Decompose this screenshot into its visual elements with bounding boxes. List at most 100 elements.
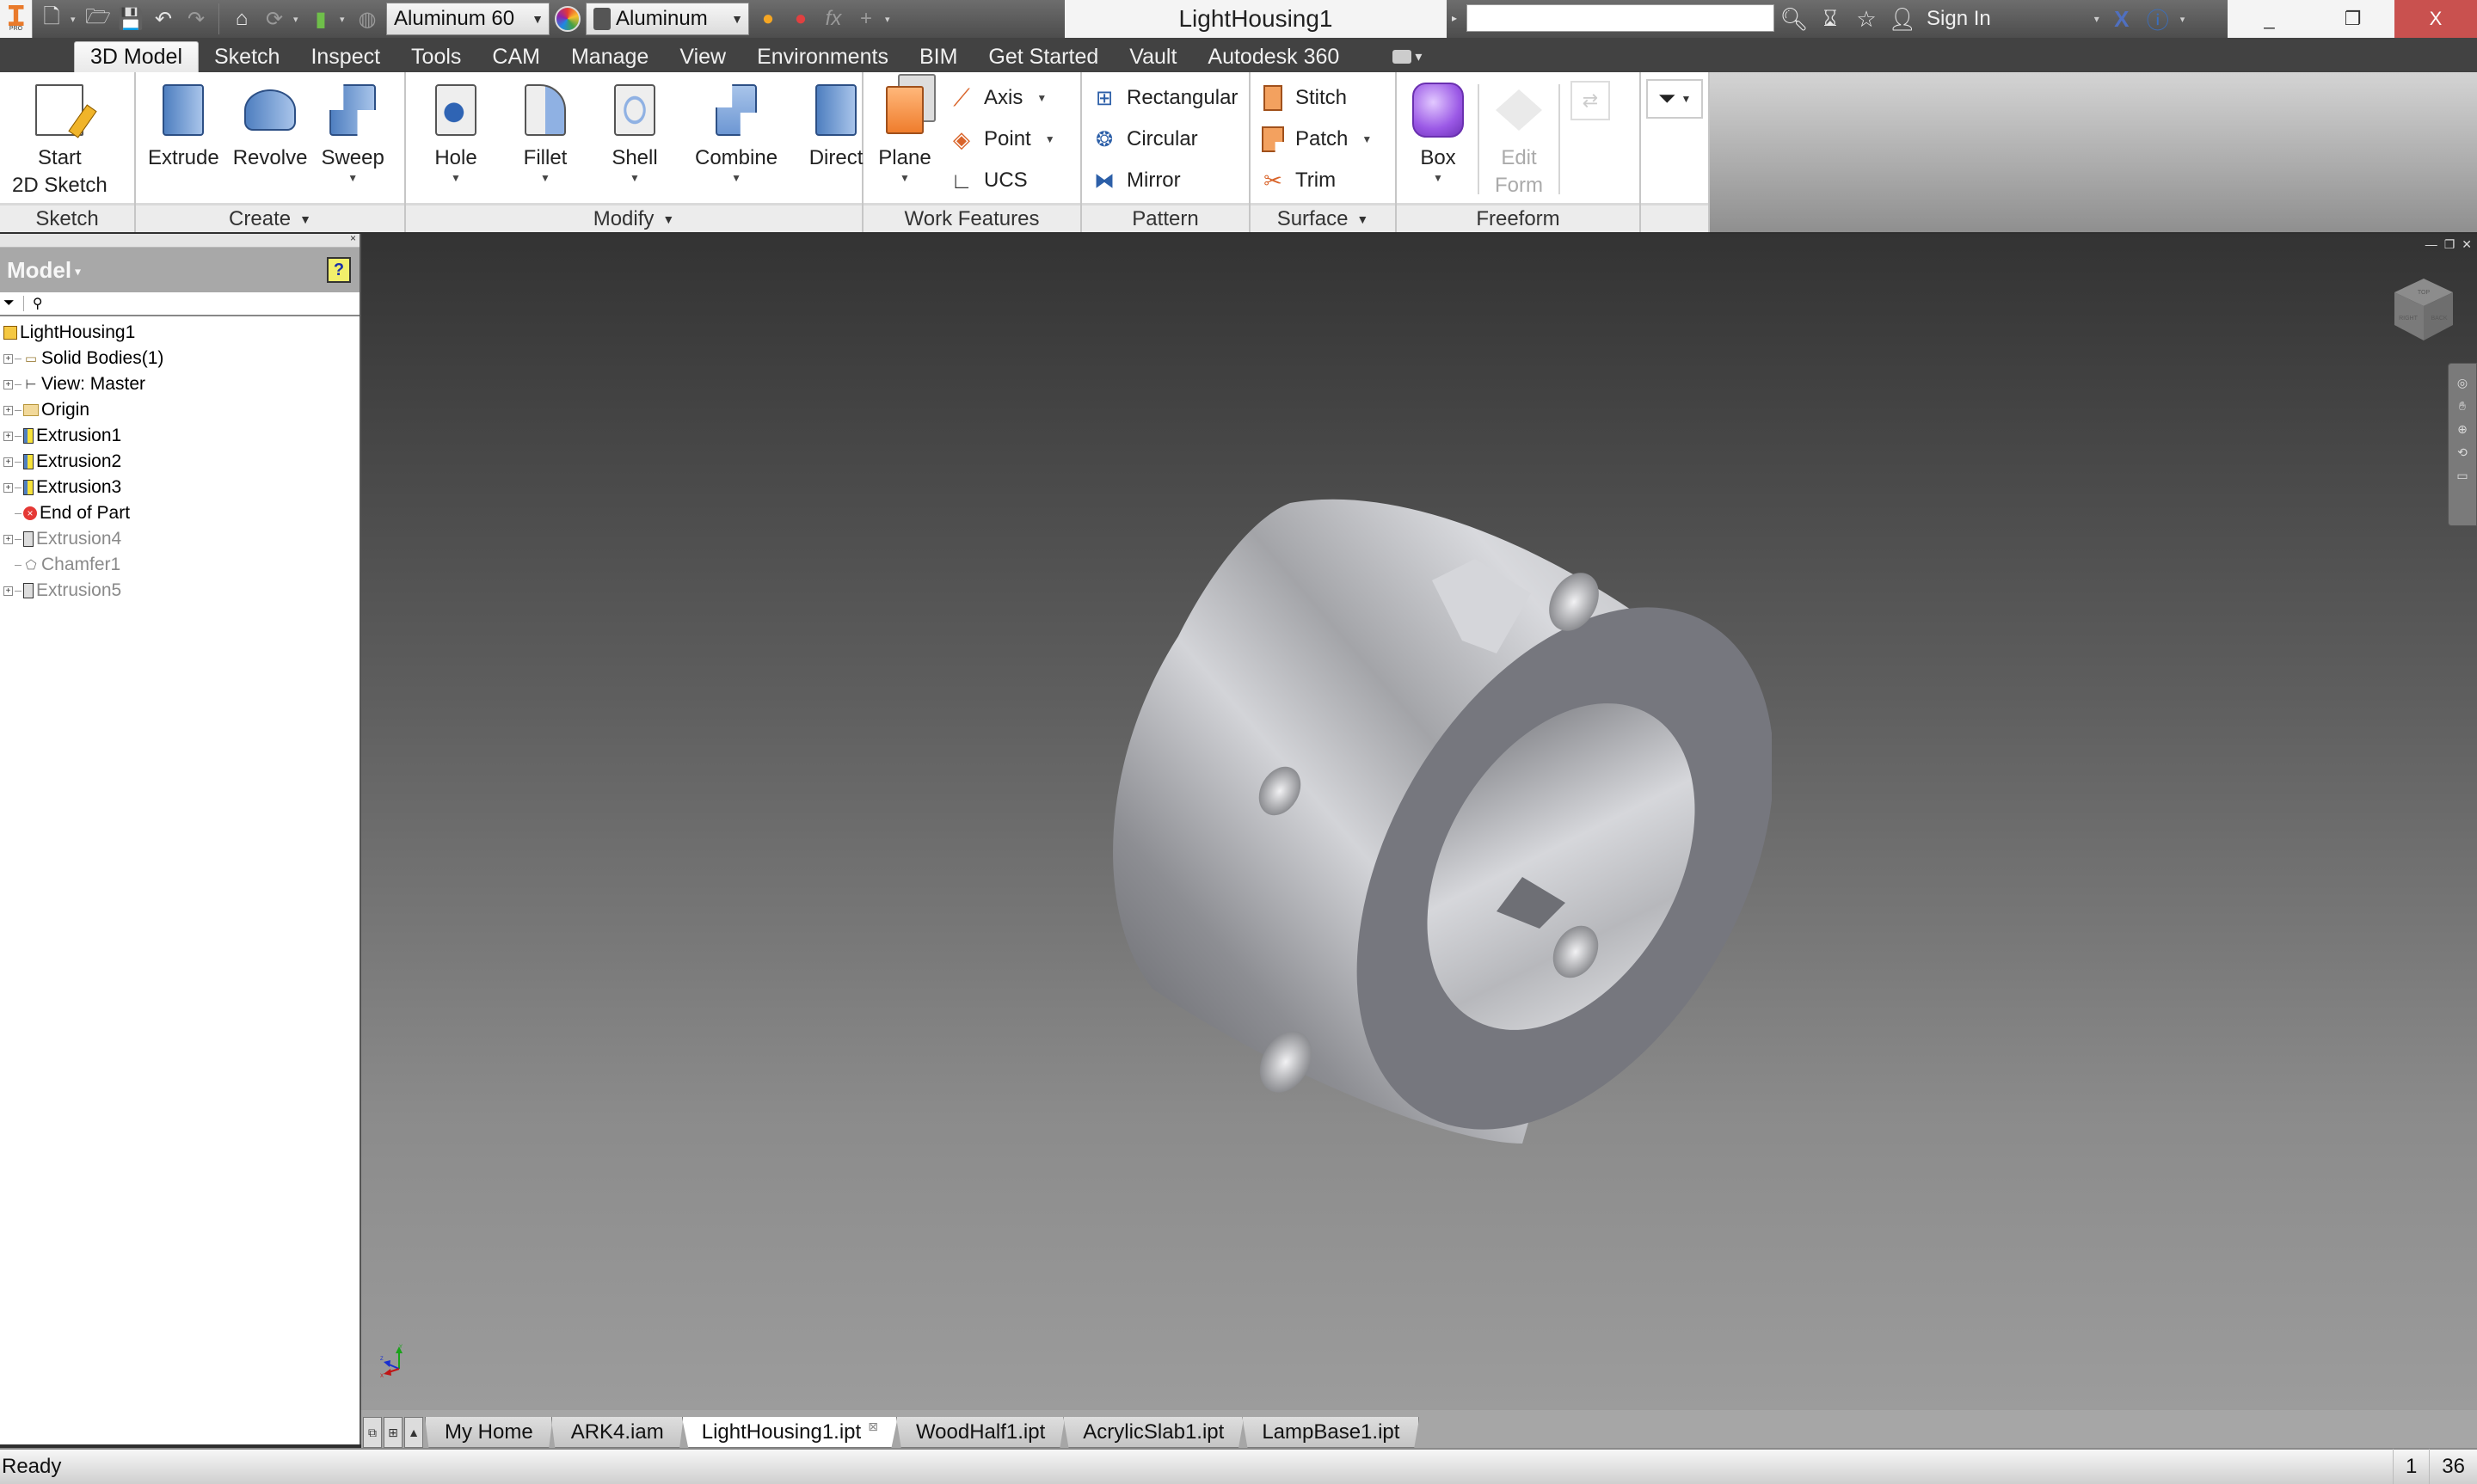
tab-manage[interactable]: Manage xyxy=(556,41,664,72)
tree-node-extrusion4[interactable]: + Extrusion4 xyxy=(0,526,360,552)
circular-pattern-button[interactable]: ❂ Circular xyxy=(1091,122,1238,156)
start-2d-sketch-button[interactable]: Start 2D Sketch xyxy=(5,77,114,203)
update-icon[interactable]: ⟳ xyxy=(261,5,288,33)
stitch-button[interactable]: Stitch xyxy=(1259,81,1372,115)
panel-title-surface[interactable]: Surface ▼ xyxy=(1251,203,1395,232)
tree-node-extrusion1[interactable]: + Extrusion1 xyxy=(0,423,360,449)
tree-node-end-of-part[interactable]: × End of Part xyxy=(0,500,360,526)
doc-tab-my-home[interactable]: My Home xyxy=(425,1417,553,1448)
material-select[interactable]: Aluminum 60 ▼ xyxy=(386,3,550,35)
doc-tab-acrylicslab1[interactable]: AcrylicSlab1.ipt xyxy=(1063,1417,1245,1448)
tree-node-origin[interactable]: + Origin xyxy=(0,397,360,423)
fillet-button[interactable]: Fillet ▼ xyxy=(501,77,590,203)
point-button[interactable]: ◈ Point ▼ xyxy=(948,122,1055,156)
update-dropdown-icon[interactable]: ▾ xyxy=(293,14,302,25)
hole-button[interactable]: Hole ▼ xyxy=(411,77,501,203)
tab-autodesk-360[interactable]: Autodesk 360 xyxy=(1192,41,1355,72)
steering-wheel-icon[interactable]: ◎ xyxy=(2457,376,2468,390)
tree-node-extrusion3[interactable]: + Extrusion3 xyxy=(0,475,360,500)
expand-icon[interactable]: + xyxy=(3,353,13,364)
customize-dropdown-icon[interactable]: ▾ xyxy=(885,14,894,25)
expand-icon[interactable]: + xyxy=(3,431,13,441)
panel-title-create[interactable]: Create ▼ xyxy=(136,203,404,232)
help-icon[interactable]: ? xyxy=(327,257,351,283)
patch-button[interactable]: Patch ▼ xyxy=(1259,122,1372,156)
find-binoculars-icon[interactable]: ⚲ xyxy=(33,295,43,312)
tree-node-solid-bodies[interactable]: + ▭ Solid Bodies(1) xyxy=(0,346,360,371)
plane-button[interactable]: Plane ▼ xyxy=(869,77,941,203)
tab-tools[interactable]: Tools xyxy=(396,41,476,72)
combine-button[interactable]: Combine ▼ xyxy=(679,77,793,203)
part-model-render[interactable] xyxy=(1084,464,1772,1169)
undo-icon[interactable]: ↶ xyxy=(150,5,177,33)
ribbon-minimize-toggle[interactable]: ▾ xyxy=(1392,41,1422,72)
panel-title-modify[interactable]: Modify ▼ xyxy=(406,203,862,232)
new-dropdown-icon[interactable]: ▾ xyxy=(71,14,79,25)
tab-bim[interactable]: BIM xyxy=(904,41,973,72)
new-icon[interactable]: 🗋 xyxy=(38,5,65,33)
sign-in-dropdown-icon[interactable]: ▾ xyxy=(2094,13,2099,25)
tab-environments[interactable]: Environments xyxy=(741,41,904,72)
viewcube[interactable]: TOP RIGHT BACK xyxy=(2393,277,2455,342)
subscription-icon[interactable]: ⌛︎ xyxy=(1816,5,1844,33)
appearance-icon[interactable]: ◍ xyxy=(353,5,381,33)
select-icon[interactable]: ▮ xyxy=(307,5,335,33)
add-icon[interactable]: + xyxy=(852,5,880,33)
tab-sketch[interactable]: Sketch xyxy=(199,41,295,72)
restore-icon[interactable]: ❐ xyxy=(2444,237,2455,252)
close-icon[interactable]: × xyxy=(350,232,356,244)
freeform-box-button[interactable]: Box ▼ xyxy=(1402,77,1474,203)
tab-vault[interactable]: Vault xyxy=(1114,41,1192,72)
minimize-button[interactable]: _ xyxy=(2228,0,2311,38)
direct-edit-button[interactable]: Direct xyxy=(800,77,872,203)
tab-cam[interactable]: CAM xyxy=(476,41,556,72)
exchange-apps-icon[interactable]: X xyxy=(2108,5,2136,33)
home-icon[interactable]: ⌂ xyxy=(228,5,255,33)
tree-node-extrusion5[interactable]: + Extrusion5 xyxy=(0,578,360,604)
rectangular-pattern-button[interactable]: ⊞ Rectangular xyxy=(1091,81,1238,115)
zoom-icon[interactable]: ⊕ xyxy=(2457,422,2468,437)
application-menu-button[interactable]: PRO xyxy=(0,0,33,38)
sweep-button[interactable]: Sweep ▼ xyxy=(314,77,390,203)
edit-form-button[interactable]: Edit Form xyxy=(1483,77,1555,203)
graphics-viewport[interactable]: — ❐ ✕ TOP RIGHT BACK ◎ ✋︎ ⊕ ⟲ ▭ Y Z X xyxy=(361,234,2477,1410)
revolve-button[interactable]: Revolve xyxy=(226,77,315,203)
browser-title-dropdown[interactable]: Model ▾ xyxy=(7,257,81,284)
appearance-select[interactable]: Aluminum ▼ xyxy=(586,3,749,35)
mirror-button[interactable]: ⧓ Mirror xyxy=(1091,163,1238,198)
more-options-button[interactable]: ⏷ ▼ xyxy=(1646,79,1703,119)
axis-button[interactable]: ⟋ Axis ▼ xyxy=(948,81,1055,115)
select-dropdown-icon[interactable]: ▾ xyxy=(340,14,348,25)
appearance-browser-icon[interactable] xyxy=(555,6,581,32)
expand-search-icon[interactable]: ▸ xyxy=(1452,12,1457,24)
favorites-star-icon[interactable]: ☆ xyxy=(1853,5,1880,33)
tree-node-part[interactable]: LightHousing1 xyxy=(0,320,360,346)
open-icon[interactable]: 🗁 xyxy=(84,5,112,33)
extrude-button[interactable]: Extrude xyxy=(141,77,226,203)
filter-icon[interactable]: ⏷ xyxy=(3,296,15,311)
clear-appearance-icon[interactable]: ● xyxy=(787,5,814,33)
shell-button[interactable]: Shell ▼ xyxy=(590,77,679,203)
orbit-icon[interactable]: ⟲ xyxy=(2457,445,2468,460)
close-icon[interactable]: ✕ xyxy=(2462,237,2472,252)
tile-windows-button[interactable]: ⊞ xyxy=(384,1417,403,1448)
doc-tab-ark4[interactable]: ARK4.iam xyxy=(550,1417,684,1448)
save-icon[interactable]: 💾 xyxy=(117,5,144,33)
adjust-appearance-icon[interactable]: ● xyxy=(754,5,782,33)
doc-tab-lampbase1[interactable]: LampBase1.ipt xyxy=(1242,1417,1420,1448)
tab-get-started[interactable]: Get Started xyxy=(973,41,1114,72)
doc-tab-lighthousing1[interactable]: LightHousing1.ipt ⊠ xyxy=(681,1417,898,1448)
minimize-icon[interactable]: — xyxy=(2425,237,2437,252)
cascade-windows-button[interactable]: ⧉ xyxy=(363,1417,382,1448)
look-at-icon[interactable]: ▭ xyxy=(2456,469,2468,483)
search-icon[interactable]: 🔍︎ xyxy=(1780,5,1809,33)
sign-in-button[interactable]: Sign In xyxy=(1927,7,1991,31)
parameters-fx-icon[interactable]: fx xyxy=(820,5,847,33)
ucs-button[interactable]: ∟ UCS xyxy=(948,163,1055,198)
pan-hand-icon[interactable]: ✋︎ xyxy=(2459,399,2466,414)
expand-icon[interactable]: + xyxy=(3,405,13,415)
tree-node-view-master[interactable]: + ⊢ View: Master xyxy=(0,371,360,397)
expand-icon[interactable]: + xyxy=(3,379,13,389)
close-button[interactable]: X xyxy=(2394,0,2477,38)
expand-icon[interactable]: + xyxy=(3,457,13,467)
